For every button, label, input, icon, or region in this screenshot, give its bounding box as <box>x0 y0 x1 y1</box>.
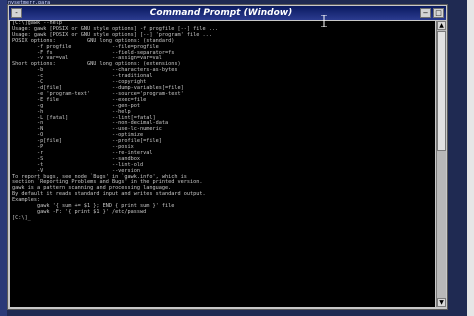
minimize-button[interactable]: − <box>420 8 431 18</box>
title-bar[interactable]: - Command Prompt (Window) − □ <box>9 6 446 20</box>
maximize-button[interactable]: □ <box>433 8 444 18</box>
system-menu-icon: - <box>15 8 18 17</box>
system-menu-button[interactable]: - <box>11 8 22 18</box>
command-prompt-window: - Command Prompt (Window) − □ [C:\]gawk … <box>7 4 448 310</box>
mouse-cursor-icon <box>321 15 327 27</box>
console-line: [C:\]_ <box>12 214 31 221</box>
scroll-down-icon: ▼ <box>439 299 444 306</box>
console-output[interactable]: [C:\]gawk --help Usage: gawk [POSIX or GN… <box>10 21 435 307</box>
desktop-left-strip <box>0 0 7 316</box>
desktop-right-strip <box>467 0 474 316</box>
vertical-scrollbar[interactable]: ▲ ▼ <box>436 21 446 307</box>
minimize-icon: − <box>422 8 429 17</box>
scroll-down-button[interactable]: ▼ <box>437 298 446 307</box>
scroll-up-button[interactable]: ▲ <box>437 21 446 30</box>
window-title: Command Prompt (Window) <box>149 8 293 18</box>
maximize-icon: □ <box>435 8 442 17</box>
scroll-thumb[interactable] <box>437 31 446 151</box>
scroll-up-icon: ▲ <box>439 22 444 29</box>
